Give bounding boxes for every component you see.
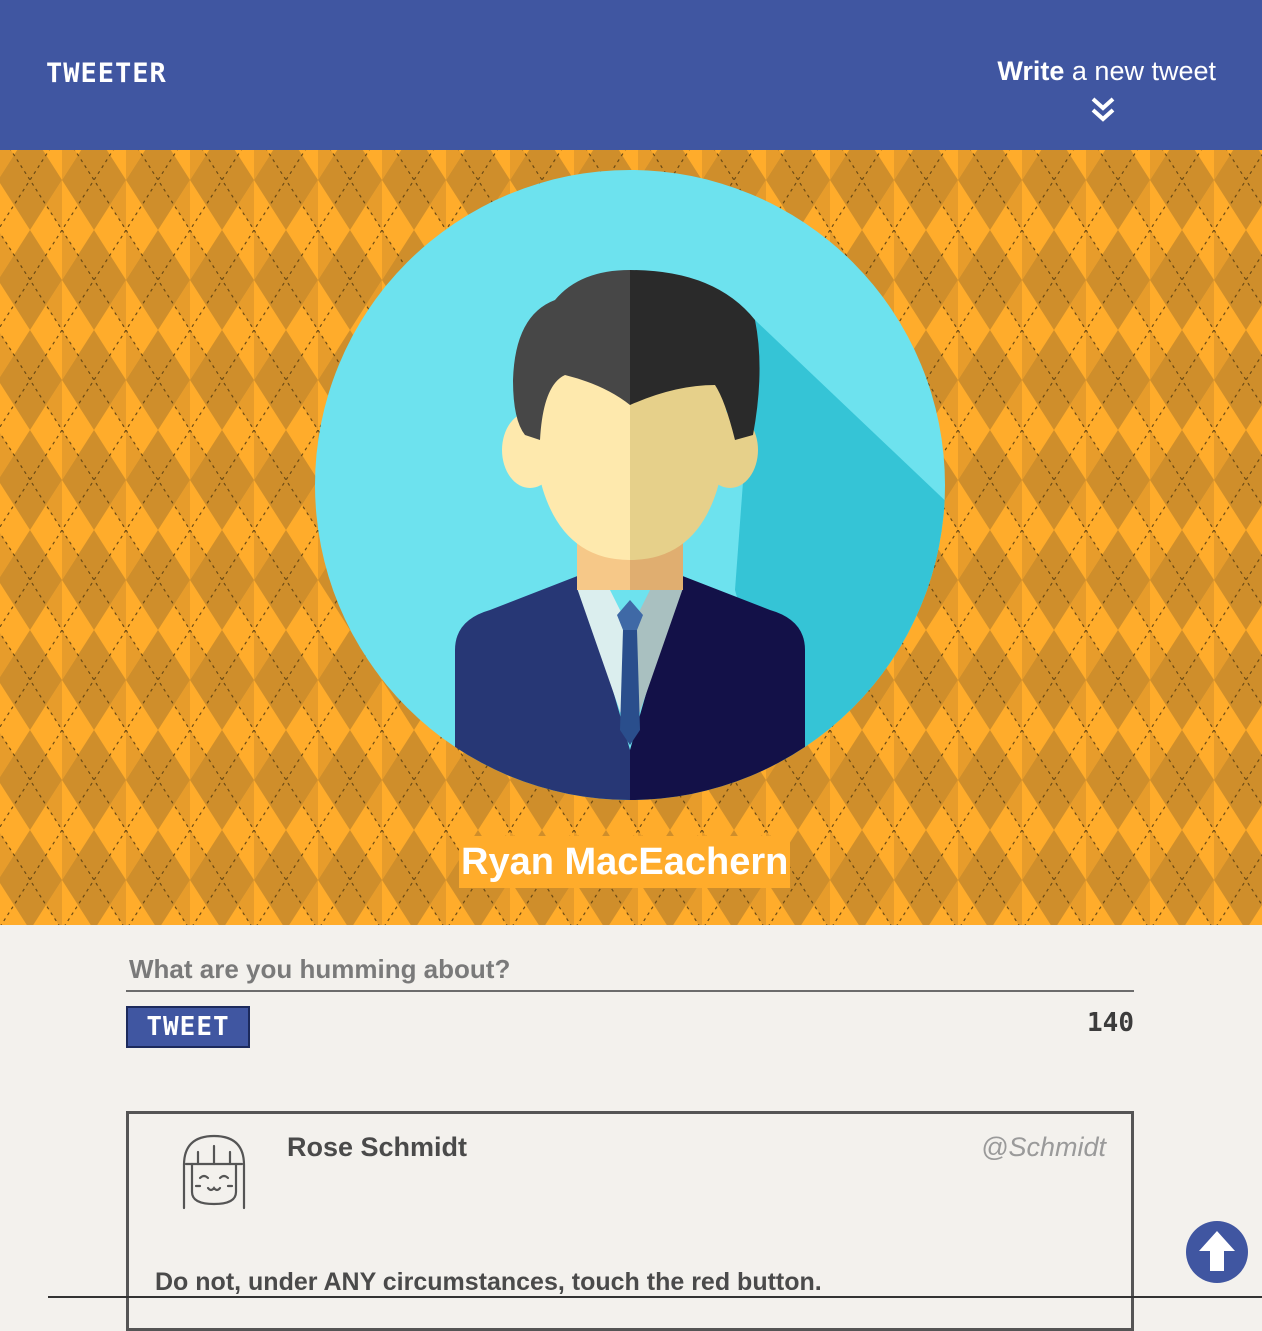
tweet-card: Rose Schmidt @Schmidt Do not, under ANY … bbox=[126, 1111, 1134, 1331]
profile-hero: Ryan MacEachern bbox=[0, 150, 1262, 925]
scroll-to-top-button[interactable] bbox=[1186, 1221, 1248, 1283]
tweet-author-handle[interactable]: @Schmidt bbox=[981, 1132, 1106, 1163]
tweet-author-name[interactable]: Rose Schmidt bbox=[287, 1132, 467, 1163]
new-tweet-label: a new tweet bbox=[1064, 56, 1216, 86]
double-chevron-down-icon[interactable] bbox=[1088, 96, 1118, 124]
tweet-text: Do not, under ANY circumstances, touch t… bbox=[155, 1268, 822, 1296]
character-counter: 140 bbox=[1087, 1008, 1134, 1038]
write-label: Write bbox=[997, 56, 1065, 86]
write-new-tweet-link[interactable]: Write a new tweet bbox=[997, 56, 1216, 87]
profile-name: Ryan MacEachern bbox=[459, 836, 791, 888]
tweet-button[interactable]: TWEET bbox=[126, 1006, 250, 1048]
tweet-compose-input[interactable] bbox=[126, 948, 1134, 992]
app-logo[interactable]: TWEETER bbox=[46, 58, 167, 89]
businessman-avatar-icon bbox=[315, 170, 945, 800]
arrow-up-icon bbox=[1199, 1231, 1235, 1271]
top-header: TWEETER Write a new tweet bbox=[0, 0, 1262, 150]
girl-face-avatar-icon bbox=[182, 1134, 246, 1210]
